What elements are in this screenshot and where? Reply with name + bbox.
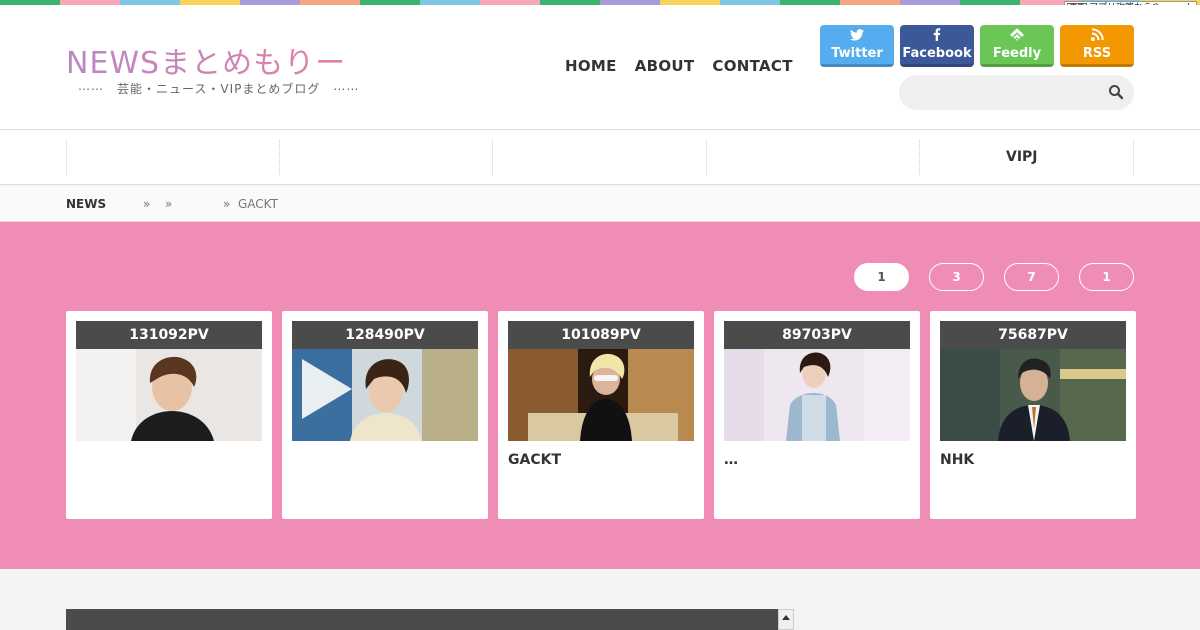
scrollbar[interactable] bbox=[778, 609, 794, 630]
ranking-tab[interactable]: 7 bbox=[1004, 263, 1059, 291]
site-header: NEWSまとめもりー ⋯⋯ 芸能・ニュース・VIPまとめブログ ⋯⋯ HOME … bbox=[0, 5, 1200, 130]
feedly-icon bbox=[1010, 28, 1024, 45]
content-box-header bbox=[66, 609, 778, 630]
nav-about[interactable]: ABOUT bbox=[635, 57, 695, 75]
category-divider bbox=[279, 140, 280, 175]
main-nav: HOME ABOUT CONTACT bbox=[565, 57, 793, 75]
ranking-card[interactable]: 131092PV bbox=[66, 311, 272, 519]
breadcrumb-home[interactable]: NEWS bbox=[66, 197, 106, 211]
article-title[interactable]: NHK bbox=[940, 452, 974, 468]
article-thumbnail[interactable] bbox=[724, 349, 910, 441]
category-bar: VIPJ bbox=[0, 130, 1200, 185]
facebook-button[interactable]: Facebook bbox=[900, 25, 974, 67]
search-box bbox=[899, 75, 1134, 110]
ranking-tab[interactable]: 1 bbox=[854, 263, 909, 291]
category-divider bbox=[919, 140, 920, 175]
feedly-button[interactable]: Feedly bbox=[980, 25, 1054, 67]
rss-icon bbox=[1090, 28, 1104, 45]
ranking-section: 1 3 7 1 131092PV 128490PV 101089PV GACKT… bbox=[0, 222, 1200, 569]
ranking-tabs: 1 3 7 1 bbox=[854, 263, 1134, 291]
facebook-icon bbox=[933, 28, 941, 45]
scroll-up-icon[interactable] bbox=[782, 615, 790, 620]
social-buttons: Twitter Facebook Feedly RSS bbox=[820, 25, 1134, 67]
breadcrumb: NEWS » » » GACKT bbox=[0, 186, 1200, 222]
pageview-count: 75687PV bbox=[940, 321, 1126, 349]
ranking-card[interactable]: 75687PV NHK bbox=[930, 311, 1136, 519]
category-divider bbox=[66, 140, 67, 175]
category-divider bbox=[1133, 140, 1134, 175]
nav-contact[interactable]: CONTACT bbox=[712, 57, 792, 75]
article-title[interactable]: GACKT bbox=[508, 452, 561, 468]
facebook-label: Facebook bbox=[902, 46, 972, 61]
twitter-icon bbox=[850, 28, 864, 45]
ranking-tab[interactable]: 3 bbox=[929, 263, 984, 291]
twitter-button[interactable]: Twitter bbox=[820, 25, 894, 67]
site-tagline: ⋯⋯ 芸能・ニュース・VIPまとめブログ ⋯⋯ bbox=[78, 82, 360, 96]
search-input[interactable] bbox=[911, 83, 1101, 103]
pageview-count: 101089PV bbox=[508, 321, 694, 349]
category-divider bbox=[492, 140, 493, 175]
search-icon[interactable] bbox=[1108, 84, 1124, 100]
article-thumbnail[interactable] bbox=[292, 349, 478, 441]
breadcrumb-separator: » bbox=[223, 197, 231, 211]
pageview-count: 89703PV bbox=[724, 321, 910, 349]
category-item-vipj[interactable]: VIPJ bbox=[1006, 149, 1038, 165]
breadcrumb-current: GACKT bbox=[238, 197, 278, 211]
pageview-count: 128490PV bbox=[292, 321, 478, 349]
ranking-card[interactable]: 128490PV bbox=[282, 311, 488, 519]
article-thumbnail[interactable] bbox=[508, 349, 694, 441]
rss-label: RSS bbox=[1082, 46, 1112, 61]
article-thumbnail[interactable] bbox=[76, 349, 262, 441]
pageview-count: 131092PV bbox=[76, 321, 262, 349]
rss-button[interactable]: RSS bbox=[1060, 25, 1134, 67]
article-title[interactable]: … bbox=[724, 452, 738, 468]
breadcrumb-separator: » bbox=[165, 197, 173, 211]
site-logo[interactable]: NEWSまとめもりー bbox=[66, 38, 346, 82]
ranking-cards: 131092PV 128490PV 101089PV GACKT 89703PV… bbox=[66, 311, 1136, 519]
feedly-label: Feedly bbox=[992, 46, 1042, 61]
ranking-card[interactable]: 101089PV GACKT bbox=[498, 311, 704, 519]
nav-home[interactable]: HOME bbox=[565, 57, 617, 75]
ranking-tab[interactable]: 1 bbox=[1079, 263, 1134, 291]
ranking-card[interactable]: 89703PV … bbox=[714, 311, 920, 519]
twitter-label: Twitter bbox=[831, 45, 883, 61]
category-divider bbox=[706, 140, 707, 175]
article-thumbnail[interactable] bbox=[940, 349, 1126, 441]
breadcrumb-separator: » bbox=[143, 197, 151, 211]
